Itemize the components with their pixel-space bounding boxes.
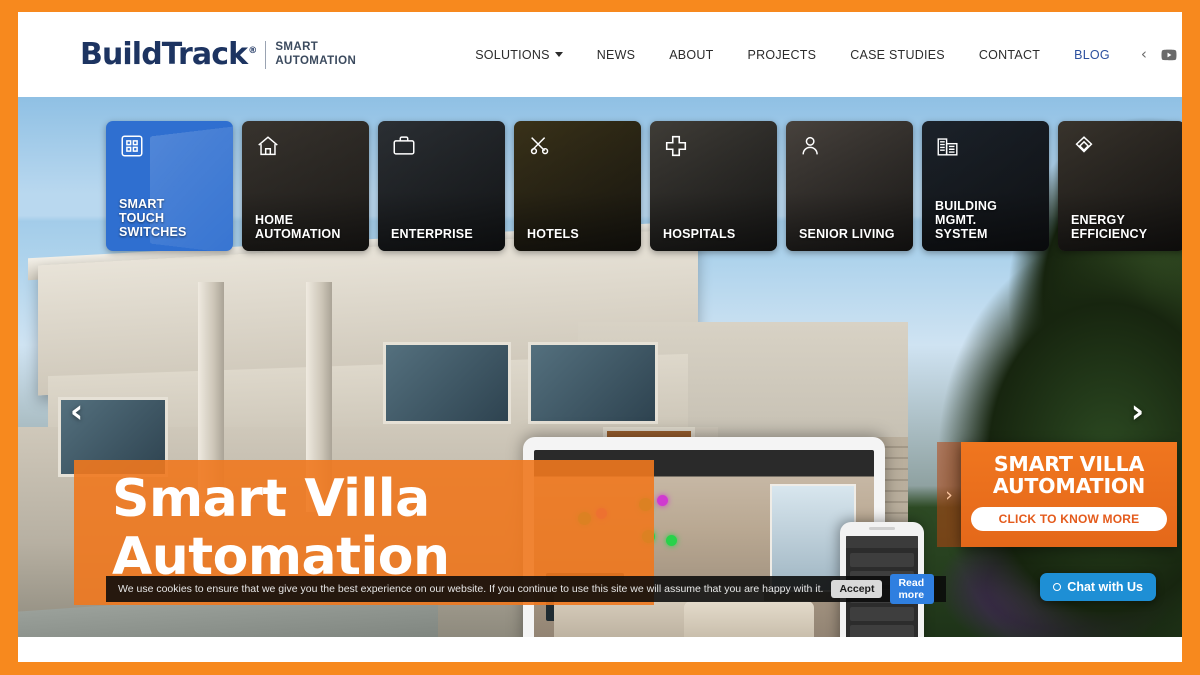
phone-list-row xyxy=(850,625,914,637)
house-window xyxy=(528,342,658,424)
person-icon xyxy=(799,133,827,161)
cookie-accept-button[interactable]: Accept xyxy=(831,580,883,598)
nav-item-solutions[interactable]: SOLUTIONS xyxy=(458,48,580,62)
nav-item-contact[interactable]: CONTACT xyxy=(962,48,1057,62)
tile-building-mgmt-system[interactable]: BUILDING MGMT. SYSTEM xyxy=(922,121,1049,251)
nav-item-about[interactable]: ABOUT xyxy=(652,48,730,62)
briefcase-icon xyxy=(391,133,419,161)
tile-label: SMART TOUCH SWITCHES xyxy=(119,196,187,239)
cta-title-line1: SMART VILLA xyxy=(993,452,1145,476)
cookie-message: We use cookies to ensure that we give yo… xyxy=(118,583,824,595)
cutlery-icon xyxy=(527,133,555,161)
house-window xyxy=(383,342,511,424)
cookie-read-more-button[interactable]: Read more xyxy=(890,574,934,604)
brand-word-text: BuildTrack xyxy=(80,36,248,72)
registered-mark: ® xyxy=(248,45,257,56)
tile-hospitals[interactable]: HOSPITALS xyxy=(650,121,777,251)
main-navigation: SOLUTIONS NEWS ABOUT PROJECTS CASE STUDI… xyxy=(458,45,1182,64)
brand-divider xyxy=(265,40,267,69)
tile-energy-efficiency[interactable]: ENERGY EFFICIENCY xyxy=(1058,121,1182,251)
brand-logo[interactable]: BuildTrack® SMART AUTOMATION xyxy=(80,36,356,72)
hero-slider: SMART TOUCH SWITCHES HOME AUTOMATION ENT… xyxy=(18,97,1182,637)
tile-label: SENIOR LIVING xyxy=(799,226,895,241)
brand-wordmark: BuildTrack® xyxy=(80,36,257,72)
tile-label: HOME AUTOMATION xyxy=(255,212,341,241)
chat-status-icon xyxy=(1053,583,1062,591)
social-prev-arrow-icon[interactable]: ‹ xyxy=(1141,47,1147,62)
cta-know-more-button[interactable]: CLICK TO KNOW MORE xyxy=(971,506,1167,531)
brand-tagline: SMART AUTOMATION xyxy=(275,41,356,68)
device-status-dot xyxy=(666,535,677,546)
page-frame: BuildTrack® SMART AUTOMATION SOLUTIONS N… xyxy=(18,12,1182,662)
nav-item-news[interactable]: NEWS xyxy=(580,48,653,62)
nav-item-projects[interactable]: PROJECTS xyxy=(731,48,834,62)
tile-label: ENTERPRISE xyxy=(391,226,473,241)
office-building-icon xyxy=(935,133,963,161)
phone-list-row xyxy=(850,553,914,567)
leaf-icon xyxy=(1071,133,1099,161)
cta-expand-tab[interactable]: › xyxy=(937,442,961,547)
house-icon xyxy=(255,133,283,161)
solution-tiles: SMART TOUCH SWITCHES HOME AUTOMATION ENT… xyxy=(106,121,1182,251)
youtube-icon[interactable] xyxy=(1160,45,1179,64)
brand-tagline-line2: AUTOMATION xyxy=(275,54,357,67)
device-status-dot xyxy=(657,495,668,506)
cta-title: SMART VILLA AUTOMATION xyxy=(971,452,1167,498)
nav-item-case-studies[interactable]: CASE STUDIES xyxy=(833,48,962,62)
tile-label: ENERGY EFFICIENCY xyxy=(1071,212,1148,241)
phone-speaker xyxy=(869,527,895,530)
hero-headline: Smart Villa Automation xyxy=(112,470,654,586)
switch-panel-icon xyxy=(119,133,147,161)
tile-enterprise[interactable]: ENTERPRISE xyxy=(378,121,505,251)
tile-senior-living[interactable]: SENIOR LIVING xyxy=(786,121,913,251)
brand-tagline-line1: SMART xyxy=(275,40,319,53)
chat-label: Chat with Us xyxy=(1067,580,1143,594)
page-bottom-strip xyxy=(18,637,1182,662)
social-links: ‹ xyxy=(1141,45,1182,64)
room-sofa-graphic xyxy=(684,601,814,637)
nav-item-blog[interactable]: BLOG xyxy=(1057,48,1127,62)
tile-home-automation[interactable]: HOME AUTOMATION xyxy=(242,121,369,251)
phone-list-row xyxy=(850,607,914,621)
tile-smart-touch-switches[interactable]: SMART TOUCH SWITCHES xyxy=(106,121,233,251)
nav-label: SOLUTIONS xyxy=(475,47,550,62)
chevron-down-icon xyxy=(554,51,563,57)
hero-headline-line1: Smart Villa xyxy=(112,469,430,529)
cta-title-line2: AUTOMATION xyxy=(992,473,1146,498)
tile-label: HOSPITALS xyxy=(663,226,736,241)
medical-cross-icon xyxy=(663,133,691,161)
chat-with-us-button[interactable]: Chat with Us xyxy=(1040,573,1156,601)
cta-panel: SMART VILLA AUTOMATION CLICK TO KNOW MOR… xyxy=(961,442,1177,547)
tile-label: HOTELS xyxy=(527,226,579,241)
cookie-consent-bar: We use cookies to ensure that we give yo… xyxy=(106,574,946,604)
tile-label: BUILDING MGMT. SYSTEM xyxy=(935,198,998,241)
site-header: BuildTrack® SMART AUTOMATION SOLUTIONS N… xyxy=(18,12,1182,97)
hero-next-button[interactable]: › xyxy=(1131,392,1144,430)
hero-prev-button[interactable]: ‹ xyxy=(70,392,83,430)
phone-app-header xyxy=(846,536,918,548)
tile-hotels[interactable]: HOTELS xyxy=(514,121,641,251)
